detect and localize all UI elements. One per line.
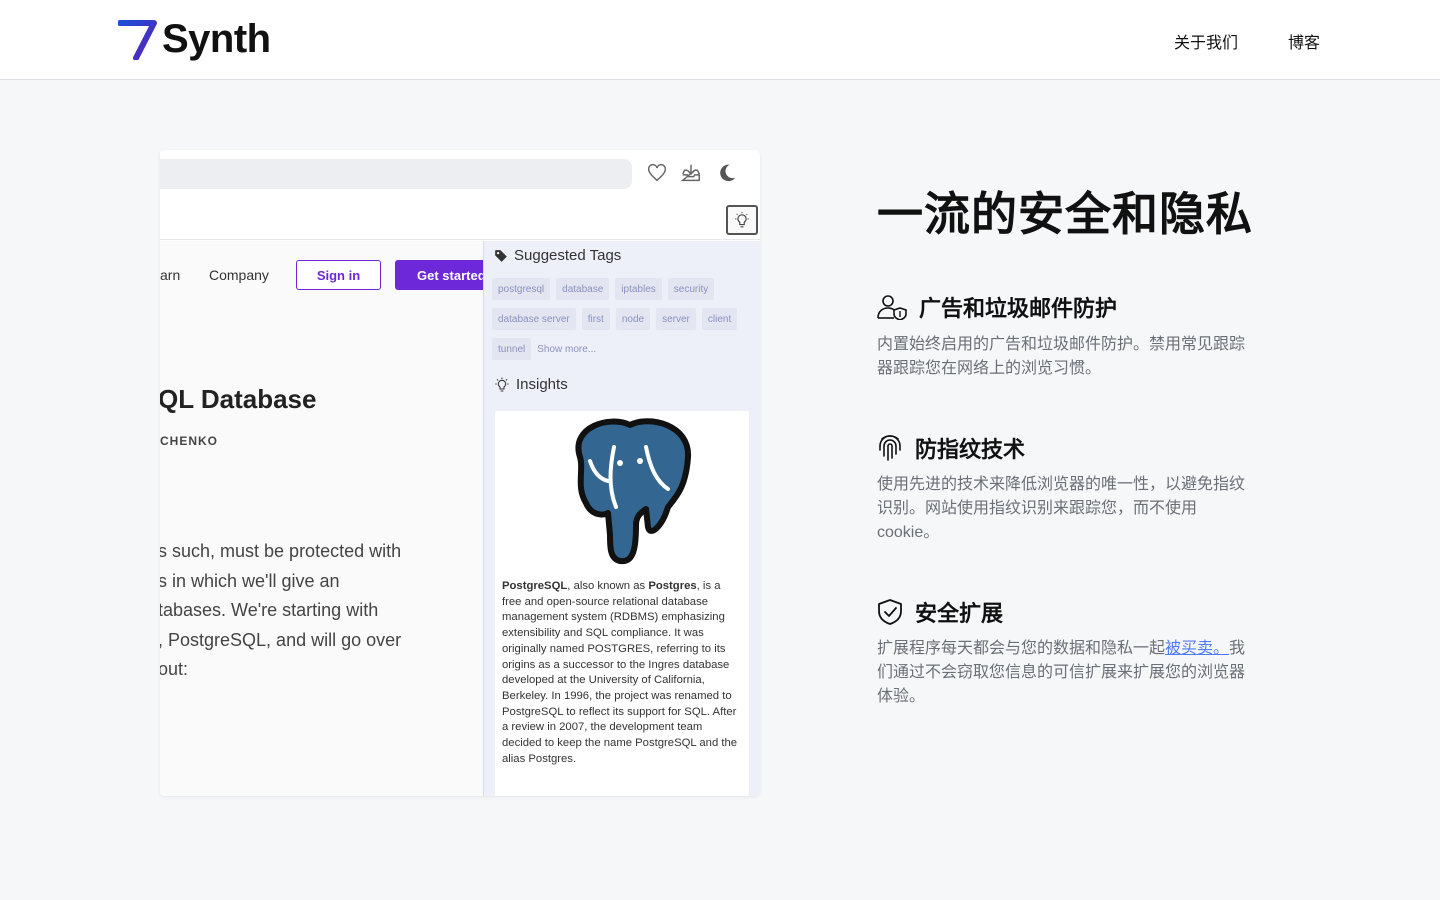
- insight-term: Postgres: [648, 580, 697, 592]
- insights-label: Insights: [516, 376, 568, 393]
- article-body: s such, must be protected with s in whic…: [160, 537, 483, 685]
- heart-icon[interactable]: [646, 162, 668, 184]
- article-title: QL Database: [160, 384, 317, 414]
- tag-chip[interactable]: first: [581, 308, 610, 330]
- insights-side-panel: Suggested Tags postgresql database iptab…: [483, 241, 760, 796]
- tag-chip[interactable]: postgresql: [492, 278, 551, 300]
- webpage-nav-company[interactable]: Company: [209, 267, 269, 283]
- fingerprint-icon: [879, 435, 901, 461]
- nav-link-about[interactable]: 关于我们: [1174, 29, 1238, 53]
- tag-chip[interactable]: client: [701, 308, 738, 330]
- insight-description: PostgreSQL, also known as Postgres, is a…: [502, 579, 742, 767]
- lightbulb-icon: [735, 212, 749, 228]
- user-shield-icon: [877, 295, 907, 320]
- article-author: CHENKO: [160, 434, 219, 448]
- address-bar[interactable]: [160, 159, 632, 189]
- top-navbar: Synth 关于我们 博客: [0, 0, 1440, 80]
- download-icon[interactable]: [680, 162, 702, 184]
- nav-link-blog[interactable]: 博客: [1288, 29, 1320, 53]
- feature-antifingerprint-desc: 使用先进的技术来降低浏览器的唯一性，以避免指纹识别。网站使用指纹识别来跟踪您，而…: [877, 476, 1246, 541]
- webpage-nav-learn[interactable]: arn: [160, 267, 180, 283]
- insights-toggle-button[interactable]: [726, 205, 758, 235]
- postgresql-elephant-logo: [575, 418, 692, 565]
- feature-title-text: 防指纹技术: [915, 437, 1026, 462]
- moon-icon[interactable]: [716, 162, 738, 184]
- sold-link[interactable]: 被买卖。: [1165, 640, 1229, 657]
- tag-chip[interactable]: server: [656, 308, 696, 330]
- tag-chip[interactable]: tunnel: [492, 338, 532, 360]
- feature-antifingerprint-title: 防指纹技术: [877, 432, 1025, 464]
- insight-term: PostgreSQL: [502, 580, 568, 592]
- feature-title-text: 安全扩展: [915, 601, 1004, 626]
- desc-text: 扩展程序每天都会与您的数据和隐私一起: [877, 640, 1166, 657]
- feature-secure-extensions-desc: 扩展程序每天都会与您的数据和隐私一起被买卖。我们通过不会窃取您信息的可信扩展来扩…: [877, 637, 1249, 709]
- suggested-tags-heading: Suggested Tags: [494, 247, 621, 264]
- tag-chip[interactable]: node: [615, 308, 651, 330]
- synth-logo[interactable]: Synth: [118, 18, 271, 60]
- feature-secure-extensions-title: 安全扩展: [877, 596, 1003, 628]
- insight-text: , also known as: [567, 580, 649, 592]
- article-line: out:: [160, 659, 189, 679]
- tag-chip[interactable]: iptables: [615, 278, 662, 300]
- article-line: s in which we'll give an: [160, 570, 340, 591]
- browser-toolbar: [160, 150, 760, 198]
- section-headline: 一流的安全和隐私: [877, 188, 1253, 240]
- synth-logo-mark-icon: [118, 20, 157, 60]
- show-more-link[interactable]: Show more...: [537, 338, 596, 360]
- article-line: , PostgreSQL, and will go over: [160, 629, 402, 650]
- article-line: s such, must be protected with: [160, 541, 402, 561]
- article-webpage: arn Company Sign in Get started QL Datab…: [160, 241, 483, 796]
- article-line: tabases. We're starting with: [160, 600, 379, 620]
- lightbulb-icon: [495, 377, 509, 392]
- feature-ad-protection-desc: 内置始终启用的广告和垃圾邮件防护。禁用常见跟踪器跟踪您在网络上的浏览习惯。: [877, 336, 1246, 377]
- insight-text: , is a free and open-source relational d…: [502, 580, 738, 765]
- webpage-get-started-button[interactable]: Get started: [395, 260, 483, 290]
- shield-check-icon: [878, 599, 902, 625]
- insights-heading: Insights: [494, 376, 568, 393]
- feature-ad-protection-title: 广告和垃圾邮件防护: [877, 291, 1117, 323]
- insight-card: PostgreSQL, also known as Postgres, is a…: [495, 411, 749, 796]
- browser-subbar: [160, 198, 760, 240]
- suggested-tags-label: Suggested Tags: [514, 247, 622, 264]
- feature-title-text: 广告和垃圾邮件防护: [919, 296, 1118, 321]
- logo-text: Synth: [162, 17, 271, 61]
- tag-icon: [495, 249, 507, 262]
- browser-mockup: arn Company Sign in Get started QL Datab…: [160, 150, 760, 796]
- tag-chip[interactable]: security: [667, 278, 715, 300]
- tag-chip[interactable]: database server: [492, 308, 576, 330]
- tag-chip[interactable]: database: [556, 278, 610, 300]
- webpage-signin-button[interactable]: Sign in: [296, 260, 381, 290]
- tag-list: postgresql database iptables security da…: [492, 278, 752, 360]
